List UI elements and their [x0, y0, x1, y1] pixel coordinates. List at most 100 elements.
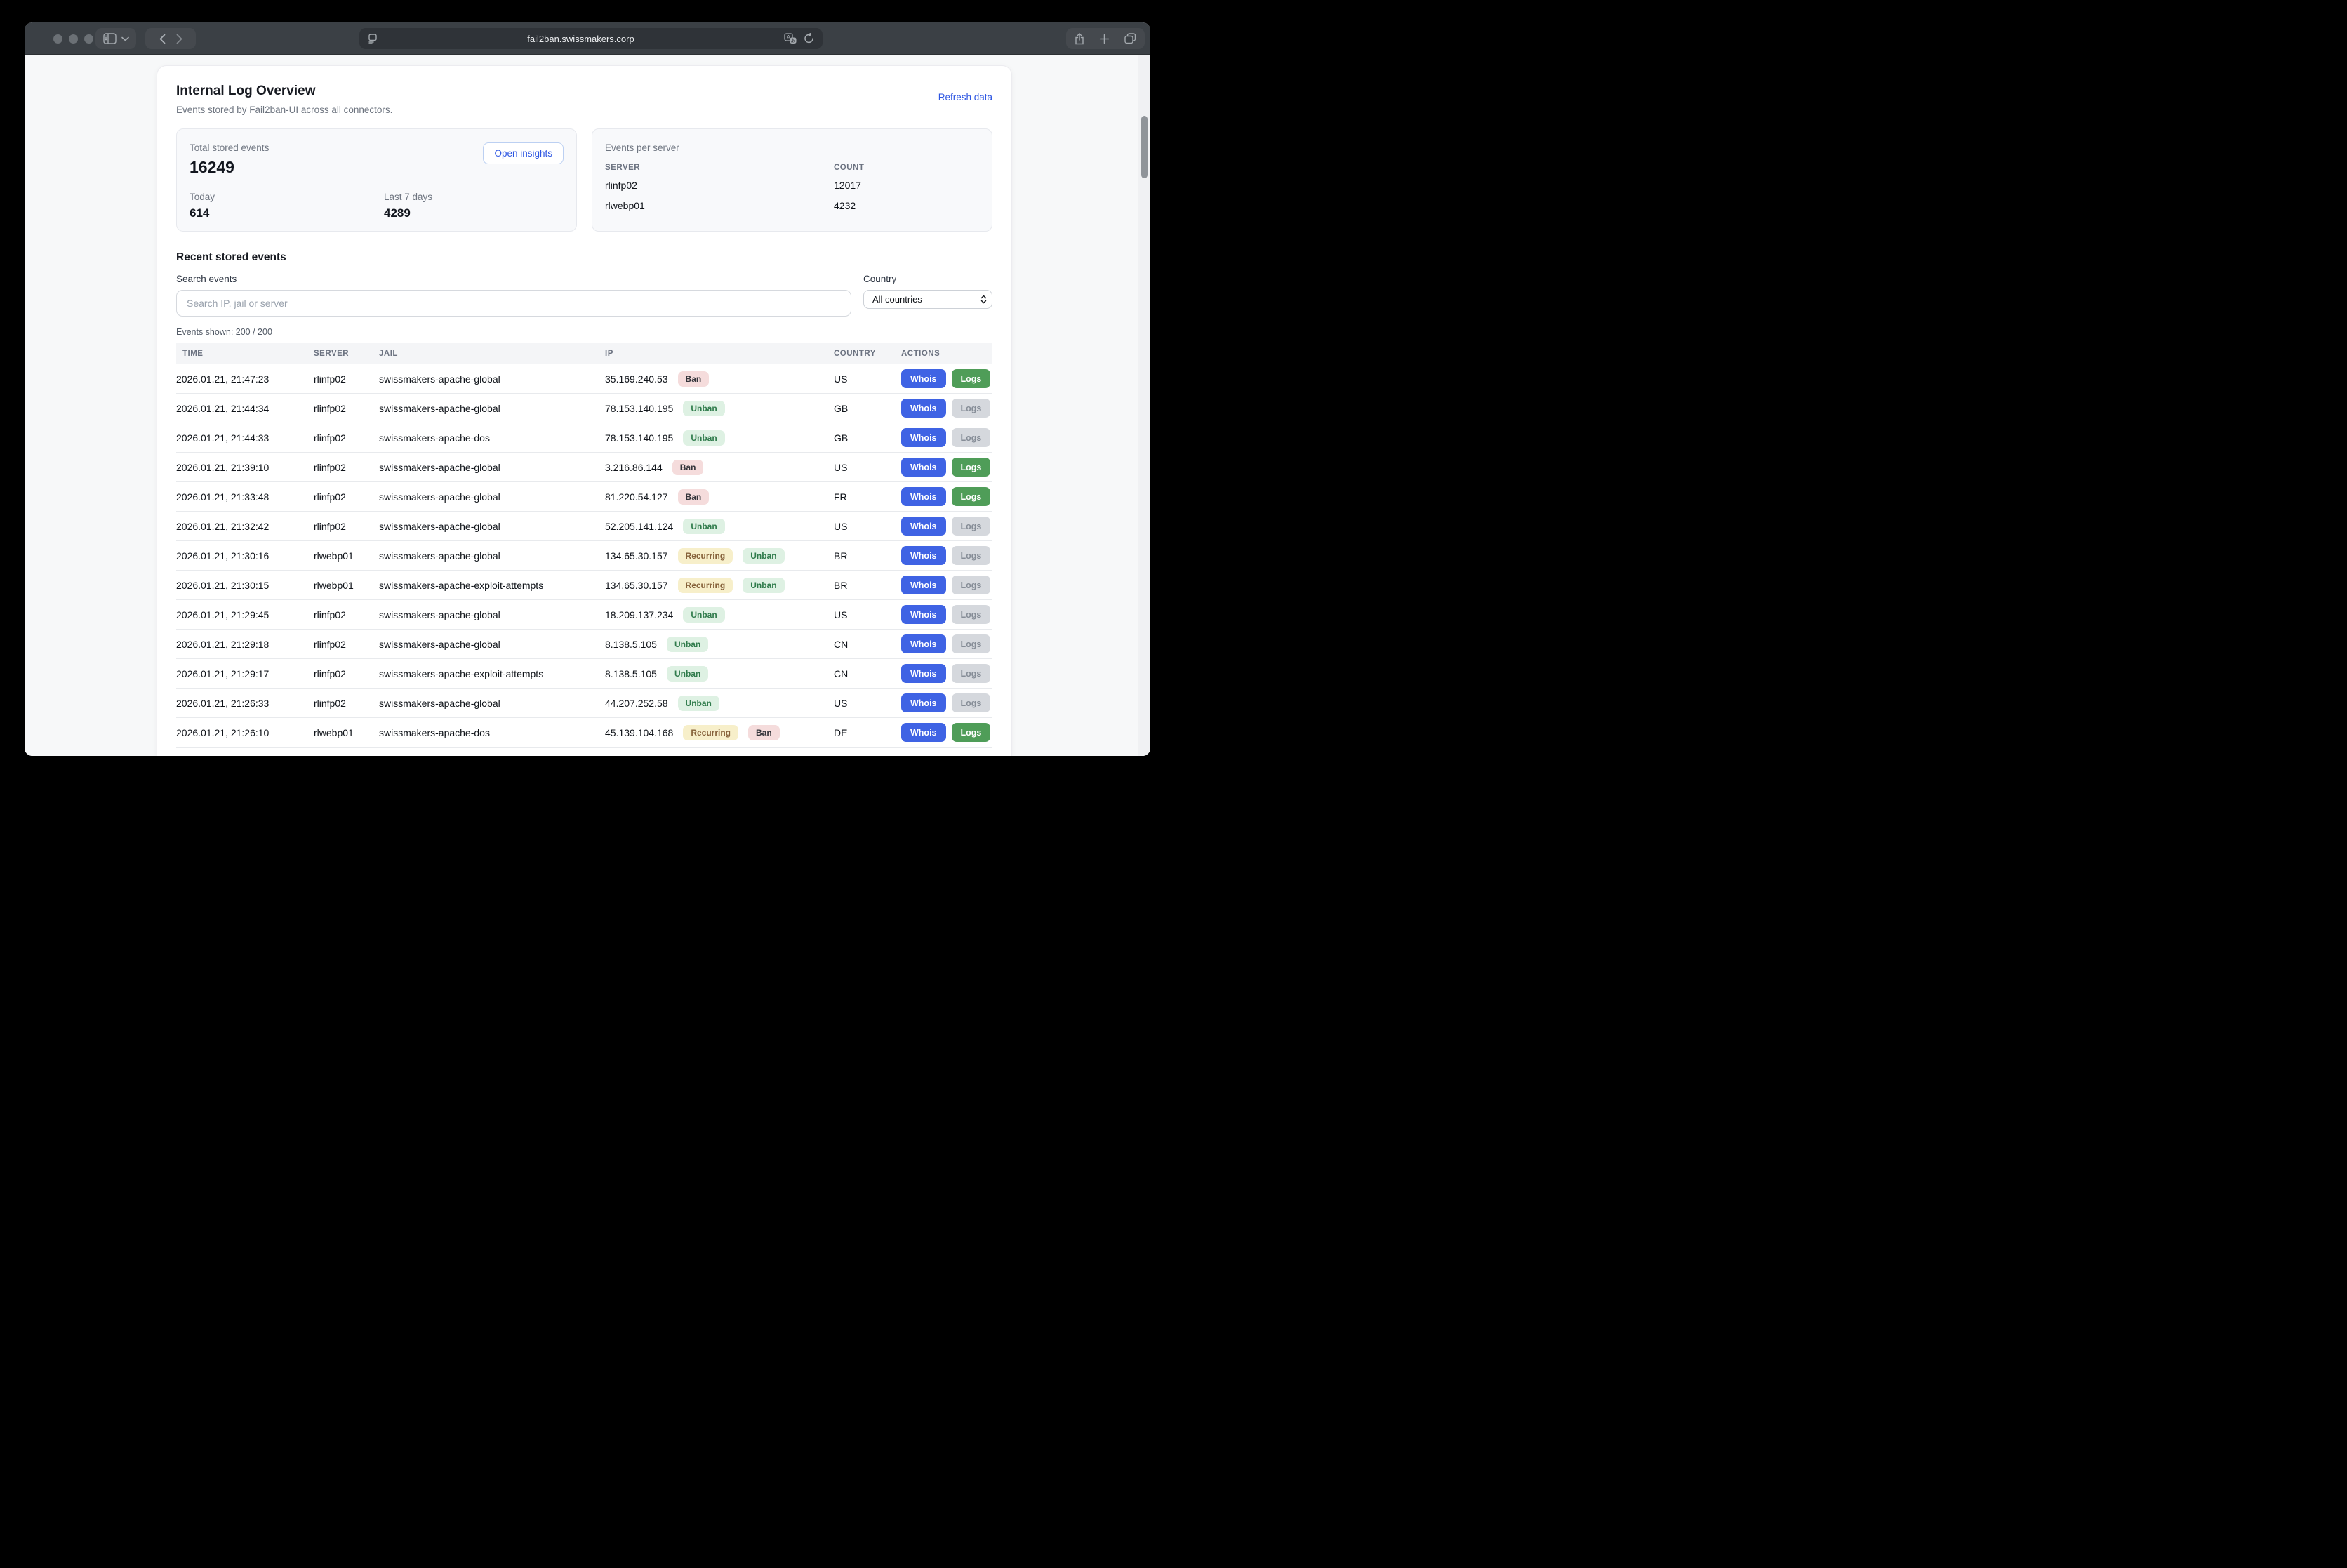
tab-overview-icon[interactable]	[1124, 33, 1136, 44]
share-icon[interactable]	[1075, 33, 1084, 45]
ip-cell: 44.207.252.58Unban	[605, 696, 834, 711]
week-label: Last 7 days	[384, 192, 564, 202]
status-badge: Unban	[743, 548, 784, 564]
event-ip-cell: 8.138.5.105Unban	[605, 630, 834, 659]
event-actions: Whois Logs	[901, 600, 992, 630]
whois-button[interactable]: Whois	[901, 369, 946, 388]
whois-button[interactable]: Whois	[901, 487, 946, 506]
ip-cell: 134.65.30.157RecurringUnban	[605, 548, 834, 564]
event-server: rlinfp02	[314, 630, 379, 659]
event-country: US	[834, 600, 901, 630]
status-badge: Unban	[683, 401, 724, 416]
event-ip-cell: 134.65.30.157RecurringUnban	[605, 541, 834, 571]
event-actions: Whois Logs	[901, 571, 992, 600]
whois-button[interactable]: Whois	[901, 517, 946, 536]
whois-button[interactable]: Whois	[901, 605, 946, 624]
events-per-server-card: Events per server SERVER COUNT rlinfp021…	[592, 128, 992, 232]
logs-button[interactable]: Logs	[952, 428, 991, 447]
logs-button[interactable]: Logs	[952, 664, 991, 683]
event-country: US	[834, 689, 901, 718]
address-bar[interactable]: fail2ban.swissmakers.corp A あ	[359, 28, 823, 49]
open-insights-button[interactable]: Open insights	[483, 142, 564, 164]
new-tab-icon[interactable]	[1099, 34, 1110, 44]
event-jail: swissmakers-apache-global	[379, 512, 605, 541]
logs-button[interactable]: Logs	[952, 369, 991, 388]
event-actions: Whois Logs	[901, 423, 992, 453]
logs-button[interactable]: Logs	[952, 458, 991, 477]
scrollbar-track[interactable]	[1138, 55, 1150, 756]
event-actions: Whois Logs	[901, 689, 992, 718]
search-input[interactable]	[176, 290, 851, 317]
ip-cell: 78.153.140.195Unban	[605, 430, 834, 446]
minimize-window-button[interactable]	[69, 34, 78, 44]
logs-button[interactable]: Logs	[952, 634, 991, 653]
page-header: Internal Log Overview Events stored by F…	[176, 84, 992, 115]
status-badge: Unban	[743, 578, 784, 593]
event-jail: swissmakers-apache-global	[379, 689, 605, 718]
whois-button[interactable]: Whois	[901, 723, 946, 742]
scrollbar-thumb[interactable]	[1141, 116, 1148, 178]
logs-button[interactable]: Logs	[952, 487, 991, 506]
chevron-down-icon[interactable]	[121, 36, 129, 41]
ip-address: 81.220.54.127	[605, 491, 668, 503]
whois-button[interactable]: Whois	[901, 428, 946, 447]
close-window-button[interactable]	[53, 34, 62, 44]
event-server: rlwebp01	[314, 571, 379, 600]
zoom-window-button[interactable]	[84, 34, 93, 44]
event-actions: Whois Logs	[901, 364, 992, 394]
logs-button[interactable]: Logs	[952, 399, 991, 418]
ip-cell: 134.65.30.157RecurringUnban	[605, 578, 834, 593]
logs-button[interactable]: Logs	[952, 546, 991, 565]
event-actions: Whois Logs	[901, 630, 992, 659]
whois-button[interactable]: Whois	[901, 458, 946, 477]
whois-button[interactable]: Whois	[901, 664, 946, 683]
whois-button[interactable]: Whois	[901, 693, 946, 712]
event-ip-cell: 52.205.141.124 Unban	[605, 512, 834, 541]
event-jail: swissmakers-apache-global	[379, 453, 605, 482]
event-ip-cell: 18.209.137.234Unban	[605, 600, 834, 630]
whois-button[interactable]: Whois	[901, 399, 946, 418]
table-row: 2026.01.21, 21:26:10rlwebp01swissmakers-…	[176, 718, 992, 748]
whois-button[interactable]: Whois	[901, 634, 946, 653]
whois-button[interactable]: Whois	[901, 576, 946, 594]
per-server-table: SERVER COUNT rlinfp0212017rlwebp014232	[605, 164, 979, 220]
event-country: BR	[834, 571, 901, 600]
logs-button[interactable]: Logs	[952, 576, 991, 594]
refresh-data-link[interactable]: Refresh data	[938, 92, 992, 102]
ip-address: 3.216.86.144	[605, 462, 663, 473]
today-value: 614	[190, 206, 384, 220]
table-row: 2026.01.21, 21:32:42rlinfp02swissmakers-…	[176, 512, 992, 541]
toolbar-right-controls	[1066, 28, 1145, 49]
country-select[interactable]: All countries	[863, 290, 992, 309]
ip-address: 52.205.141.124	[605, 521, 673, 532]
events-table: TIME SERVER JAIL IP COUNTRY ACTIONS 2026…	[176, 343, 992, 748]
server-count: 12017	[834, 180, 979, 200]
logs-button[interactable]: Logs	[952, 693, 991, 712]
sidebar-toggle-icon[interactable]	[103, 33, 117, 44]
server-count: 4232	[834, 200, 979, 220]
event-country: BR	[834, 541, 901, 571]
page-format-icon[interactable]	[368, 34, 378, 44]
forward-button[interactable]	[176, 34, 182, 44]
event-server: rlinfp02	[314, 364, 379, 394]
status-badge: Unban	[678, 696, 719, 711]
status-badge: Unban	[683, 519, 724, 534]
event-time: 2026.01.21, 21:44:33	[176, 423, 314, 453]
logs-button[interactable]: Logs	[952, 605, 991, 624]
event-ip-cell: 78.153.140.195Unban	[605, 394, 834, 423]
whois-button[interactable]: Whois	[901, 546, 946, 565]
event-time: 2026.01.21, 21:30:16	[176, 541, 314, 571]
logs-button[interactable]: Logs	[952, 723, 991, 742]
event-ip-cell: 81.220.54.127Ban	[605, 482, 834, 512]
event-time: 2026.01.21, 21:44:34	[176, 394, 314, 423]
table-row: 2026.01.21, 21:30:16rlwebp01swissmakers-…	[176, 541, 992, 571]
browser-window: fail2ban.swissmakers.corp A あ	[25, 22, 1150, 756]
ip-cell: 52.205.141.124 Unban	[605, 519, 834, 534]
event-ip-cell: 35.169.240.53Ban	[605, 364, 834, 394]
back-button[interactable]	[159, 34, 166, 44]
logs-button[interactable]: Logs	[952, 517, 991, 536]
translate-icon[interactable]: A あ	[784, 33, 797, 44]
ip-address: 134.65.30.157	[605, 580, 668, 591]
reload-icon[interactable]	[804, 33, 814, 44]
event-jail: swissmakers-apache-exploit-attempts	[379, 571, 605, 600]
